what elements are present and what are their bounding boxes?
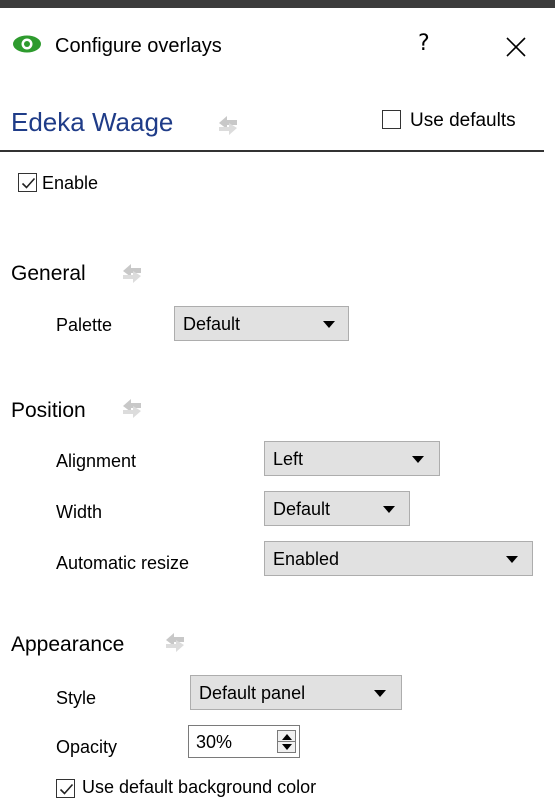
chevron-down-icon: [323, 321, 335, 328]
width-value: Default: [273, 499, 331, 519]
chevron-down-icon: [412, 456, 424, 463]
width-dropdown[interactable]: Default: [264, 491, 410, 526]
checkmark-icon: [21, 177, 36, 189]
width-label: Width: [56, 502, 103, 522]
default-background-color-label: Use default background color: [82, 777, 317, 797]
chevron-down-icon: [383, 506, 395, 513]
alignment-value: Left: [273, 449, 304, 469]
alignment-label: Alignment: [56, 451, 137, 471]
automatic-resize-label: Automatic resize: [56, 553, 190, 573]
header-divider: [0, 150, 544, 152]
section-title-appearance: Appearance: [11, 633, 125, 656]
opacity-value: 30%: [196, 732, 233, 752]
window-title: Configure overlays: [55, 35, 222, 57]
opacity-spinbox[interactable]: 30%: [188, 725, 300, 758]
enable-checkbox[interactable]: [18, 173, 37, 192]
alignment-dropdown[interactable]: Left: [264, 441, 440, 476]
window-top-border: [0, 0, 555, 8]
palette-value: Default: [183, 314, 241, 334]
chevron-down-icon[interactable]: [282, 744, 292, 750]
sync-icon[interactable]: [117, 258, 147, 286]
enable-label: Enable: [42, 173, 99, 193]
close-icon[interactable]: [505, 36, 527, 58]
chevron-down-icon: [374, 690, 386, 697]
palette-dropdown[interactable]: Default: [174, 306, 349, 341]
use-defaults-checkbox[interactable]: [382, 110, 401, 129]
help-button[interactable]: ?: [418, 31, 438, 59]
checkmark-icon: [59, 783, 74, 795]
style-dropdown[interactable]: Default panel: [190, 675, 402, 710]
default-background-color-checkbox[interactable]: [56, 779, 75, 798]
chevron-down-icon: [506, 556, 518, 563]
sync-icon[interactable]: [117, 393, 147, 421]
stepper-divider: [278, 741, 295, 742]
eye-icon: [13, 35, 41, 53]
automatic-resize-value: Enabled: [273, 549, 340, 569]
opacity-stepper[interactable]: [277, 730, 296, 753]
opacity-label: Opacity: [56, 737, 118, 757]
palette-label: Palette: [56, 315, 113, 335]
style-label: Style: [56, 688, 97, 708]
sync-icon[interactable]: [160, 627, 190, 655]
sync-icon[interactable]: [213, 110, 243, 138]
section-title-position: Position: [11, 399, 86, 422]
section-title-general: General: [11, 262, 86, 285]
automatic-resize-dropdown[interactable]: Enabled: [264, 541, 533, 576]
overlay-name-heading: Edeka Waage: [11, 107, 174, 137]
use-defaults-label: Use defaults: [410, 110, 516, 131]
chevron-up-icon[interactable]: [282, 734, 292, 740]
style-value: Default panel: [199, 683, 306, 703]
